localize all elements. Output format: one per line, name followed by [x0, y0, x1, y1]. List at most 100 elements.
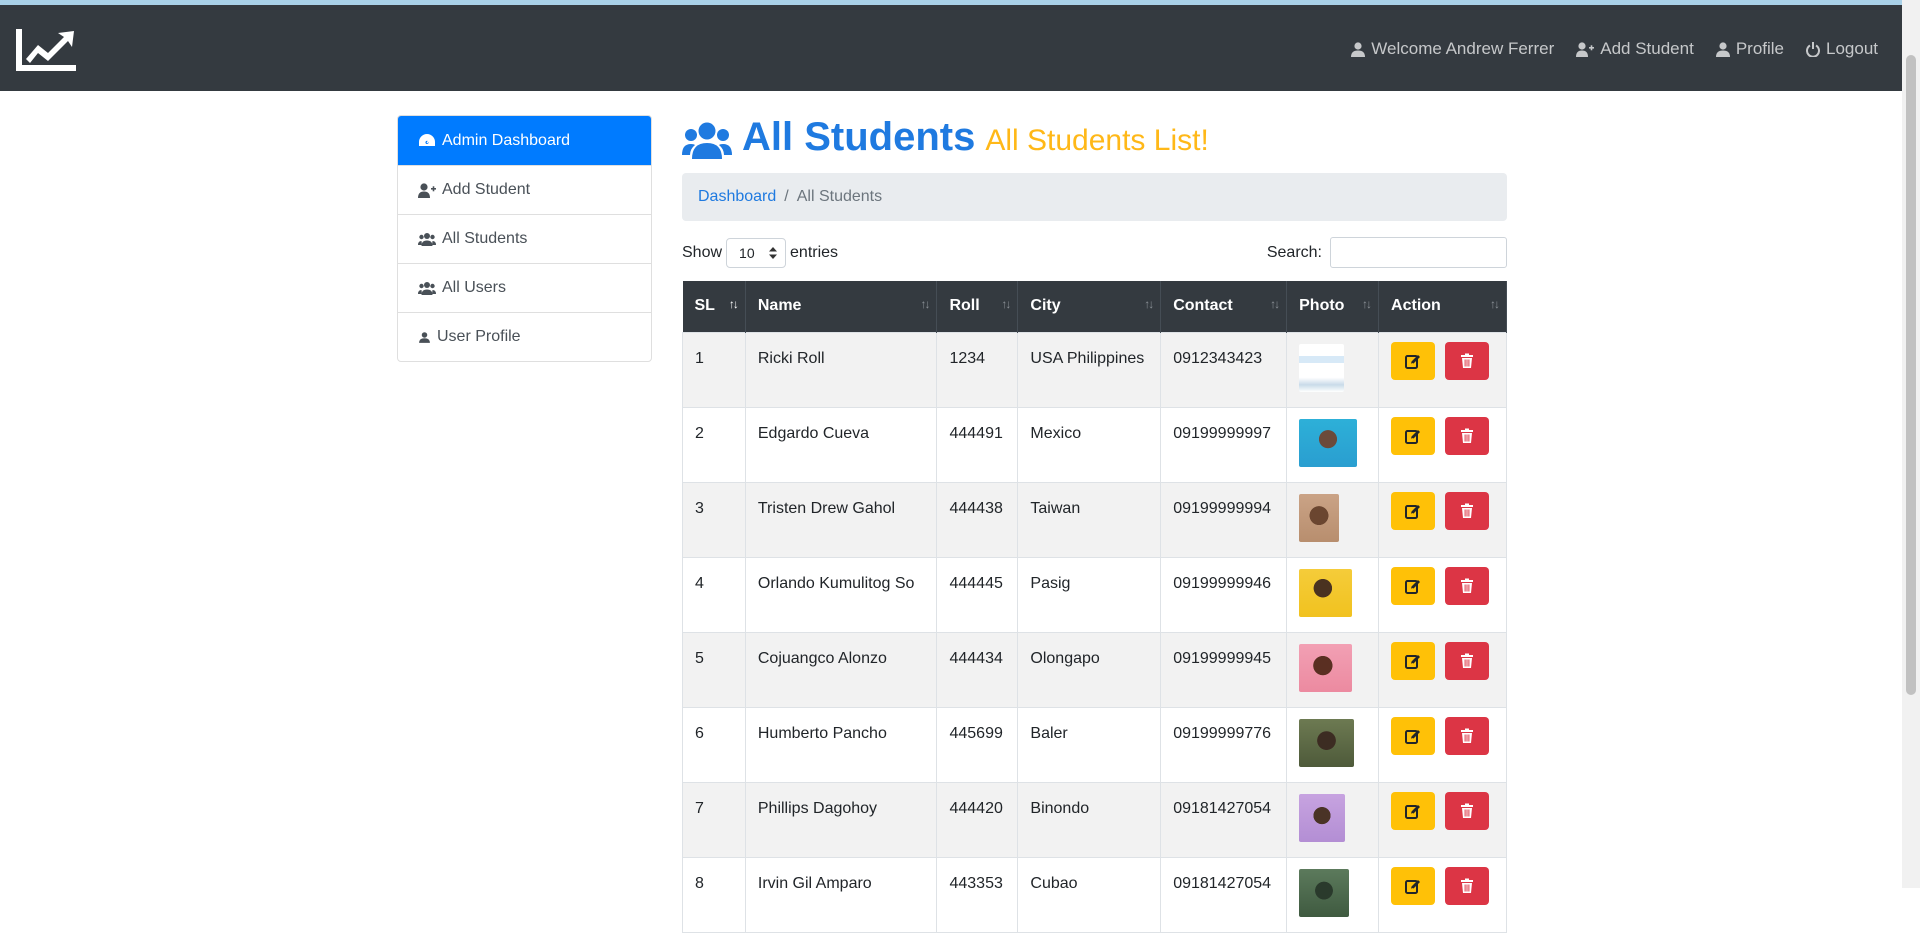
nav-add-student[interactable]: Add Student: [1576, 39, 1694, 59]
sort-arrows-icon: [769, 247, 778, 259]
entries-select[interactable]: 10: [726, 238, 787, 268]
tachometer-icon: [419, 134, 435, 146]
delete-button[interactable]: [1445, 641, 1490, 680]
sidebar-item-label: All Students: [442, 230, 528, 247]
cell-action: [1378, 781, 1507, 858]
user-icon: [419, 331, 430, 343]
table-row: 6 Humberto Pancho 445699 Baler 091999997…: [682, 706, 1507, 783]
edit-button[interactable]: [1391, 791, 1436, 830]
edit-icon: [1405, 804, 1421, 819]
sidebar-item-label: User Profile: [437, 328, 521, 345]
edit-icon: [1405, 879, 1421, 894]
users-icon: [418, 281, 436, 295]
column-header-name[interactable]: Name ↑↓: [745, 281, 938, 332]
delete-button[interactable]: [1445, 341, 1490, 380]
cell-city: Mexico: [1017, 406, 1162, 483]
student-photo: [1299, 643, 1353, 692]
column-header-roll[interactable]: Roll ↑↓: [936, 281, 1019, 332]
delete-button[interactable]: [1445, 716, 1490, 755]
table-controls: Show 10 entries Search:: [682, 221, 1507, 281]
edit-button[interactable]: [1391, 341, 1436, 380]
column-header-contact[interactable]: Contact ↑↓: [1160, 281, 1288, 332]
edit-icon: [1405, 654, 1421, 669]
column-header-label: City: [1030, 297, 1061, 315]
cell-photo: [1286, 856, 1380, 933]
table-search: Search:: [1267, 237, 1507, 268]
page-title: All Students: [742, 115, 976, 159]
edit-button[interactable]: [1391, 641, 1436, 680]
column-header-label: Contact: [1173, 297, 1233, 315]
edit-icon: [1405, 429, 1421, 444]
cell-city: Taiwan: [1017, 481, 1162, 558]
sidebar-item-all-users[interactable]: All Users: [398, 263, 651, 312]
trash-icon: [1461, 878, 1474, 893]
cell-photo: [1286, 781, 1380, 858]
sidebar-item-all-students[interactable]: All Students: [398, 214, 651, 263]
edit-button[interactable]: [1391, 566, 1436, 605]
column-header-sl[interactable]: SL ↑↓: [682, 281, 746, 332]
edit-icon: [1405, 354, 1421, 369]
sidebar-menu: Admin Dashboard Add Student All Students…: [397, 115, 652, 362]
cell-contact: 09181427054: [1160, 856, 1288, 933]
edit-button[interactable]: [1391, 416, 1436, 455]
table-row: 1 Ricki Roll 1234 USA Philippines 091234…: [682, 331, 1507, 408]
delete-button[interactable]: [1445, 491, 1490, 530]
cell-city: Olongapo: [1017, 631, 1162, 708]
main-content: All Students All Students List! Dashboar…: [682, 115, 1507, 933]
column-header-photo[interactable]: Photo ↑↓: [1286, 281, 1380, 332]
column-header-action[interactable]: Action ↑↓: [1378, 281, 1507, 332]
cell-action: [1378, 706, 1507, 783]
nav-profile[interactable]: Profile: [1715, 39, 1784, 59]
cell-name: Edgardo Cueva: [744, 406, 938, 483]
breadcrumb-dashboard-link[interactable]: Dashboard: [698, 188, 776, 206]
cell-photo: [1286, 481, 1380, 558]
cell-contact: 09181427054: [1160, 781, 1288, 858]
delete-button[interactable]: [1445, 866, 1490, 905]
delete-button[interactable]: [1445, 566, 1490, 605]
sort-icon: ↑↓: [1490, 297, 1500, 311]
edit-button[interactable]: [1391, 866, 1436, 905]
nav-logout[interactable]: Logout: [1806, 39, 1878, 59]
cell-roll: 444434: [936, 631, 1019, 708]
search-input[interactable]: [1330, 237, 1507, 268]
edit-icon: [1405, 504, 1421, 519]
column-header-label: Photo: [1299, 297, 1345, 315]
cell-photo: [1286, 631, 1380, 708]
sidebar-item-add-student[interactable]: Add Student: [398, 165, 651, 214]
page-scrollbar[interactable]: [1902, 0, 1920, 888]
cell-name: Irvin Gil Amparo: [744, 856, 938, 933]
user-plus-icon: [1576, 41, 1595, 57]
column-header-label: SL: [694, 297, 715, 315]
cell-action: [1378, 331, 1507, 408]
sidebar-item-user-profile[interactable]: User Profile: [398, 312, 651, 361]
breadcrumb-separator: /: [784, 188, 789, 205]
trash-icon: [1461, 728, 1474, 743]
cell-name: Tristen Drew Gahol: [744, 481, 938, 558]
cell-sl: 3: [682, 481, 746, 558]
column-header-city[interactable]: City ↑↓: [1017, 281, 1162, 332]
edit-button[interactable]: [1391, 716, 1436, 755]
sidebar-item-admin-dashboard[interactable]: Admin Dashboard: [398, 116, 651, 165]
cell-roll: 444491: [936, 406, 1019, 483]
cell-roll: 444445: [936, 556, 1019, 633]
trash-icon: [1461, 428, 1474, 443]
delete-button[interactable]: [1445, 791, 1490, 830]
user-plus-icon: [418, 182, 436, 198]
sort-icon: ↑↓: [1270, 297, 1280, 311]
nav-profile-label: Profile: [1735, 39, 1784, 58]
cell-contact: 09199999776: [1160, 706, 1288, 783]
chart-line-logo-icon[interactable]: [14, 27, 78, 73]
scrollbar-thumb[interactable]: [1906, 55, 1916, 695]
delete-button[interactable]: [1445, 416, 1490, 455]
cell-name: Orlando Kumulitog So: [744, 556, 938, 633]
cell-photo: [1286, 331, 1380, 408]
nav-logout-label: Logout: [1826, 39, 1878, 58]
table-row: 4 Orlando Kumulitog So 444445 Pasig 0919…: [682, 556, 1507, 633]
edit-button[interactable]: [1391, 491, 1436, 530]
cell-city: Cubao: [1017, 856, 1162, 933]
nav-welcome[interactable]: Welcome Andrew Ferrer: [1351, 39, 1554, 59]
page-subtitle: All Students List!: [985, 124, 1209, 157]
top-navbar: Welcome Andrew Ferrer Add Student Profil…: [0, 5, 1902, 91]
cell-sl: 1: [682, 331, 746, 408]
table-header-row: SL ↑↓ Name ↑↓ Roll ↑↓ City ↑↓ Contact ↑↓ Phot…: [682, 281, 1507, 332]
